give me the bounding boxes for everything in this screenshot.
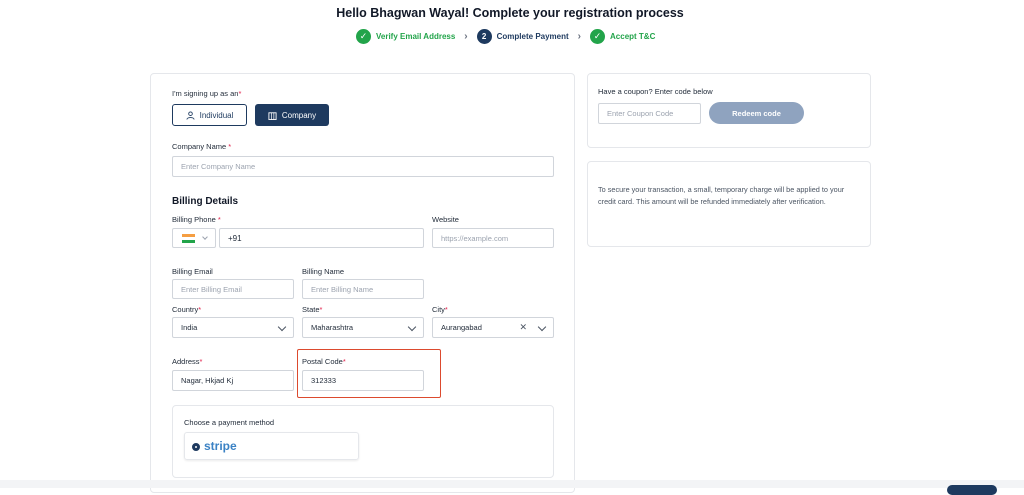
billing-email-input[interactable]: Enter Billing Email [172, 279, 294, 299]
step-number: 2 [476, 28, 492, 44]
billing-email-label: Billing Email [172, 267, 213, 276]
chevron-down-icon [202, 234, 208, 240]
payment-method-label: Choose a payment method [184, 418, 275, 427]
chevron-right-icon: › [464, 30, 468, 42]
check-icon: ✓ [356, 28, 371, 44]
step-label: Verify Email Address [376, 31, 456, 41]
country-label: Country* [172, 305, 202, 314]
billing-name-label: Billing Name [302, 267, 345, 276]
company-button[interactable]: Company [255, 104, 329, 126]
step-label: Accept T&C [610, 31, 656, 41]
india-flag-icon [182, 234, 195, 243]
state-label: State* [302, 305, 323, 314]
registration-header: Hello Bhagwan Wayal! Complete your regis… [0, 0, 1024, 60]
company-name-label: Company Name * [172, 142, 232, 151]
country-select[interactable]: India [172, 317, 294, 338]
stripe-option[interactable]: stripe [184, 432, 359, 460]
address-label: Address* [172, 357, 203, 366]
step-verify-email: ✓ Verify Email Address [356, 28, 456, 44]
clear-icon[interactable]: ✕ [519, 322, 527, 333]
redeem-code-button[interactable]: Redeem code [709, 102, 804, 124]
postal-code-input[interactable]: 312333 [302, 370, 424, 391]
billing-name-input[interactable]: Enter Billing Name [302, 279, 424, 299]
chevron-right-icon: › [577, 30, 582, 42]
company-name-input[interactable]: Enter Company Name [172, 156, 554, 177]
step-complete-payment: 2 Complete Payment [476, 28, 569, 44]
state-select[interactable]: Maharashtra [302, 317, 424, 338]
step-label: Complete Payment [496, 31, 569, 41]
billing-phone-input[interactable]: +91 [219, 228, 424, 248]
individual-button[interactable]: Individual [172, 104, 247, 126]
chevron-down-icon [537, 322, 547, 332]
transaction-info-text: To secure your transaction, a small, tem… [598, 185, 845, 206]
user-icon [186, 110, 195, 120]
signing-up-label: I'm signing up as an* [172, 89, 242, 98]
stripe-logo: stripe [204, 439, 237, 453]
building-icon [268, 111, 277, 120]
billing-details-title: Billing Details [172, 196, 239, 207]
progress-steps: ✓ Verify Email Address › 2 Complete Paym… [356, 28, 655, 44]
website-label: Website [432, 215, 459, 224]
coupon-label: Have a coupon? Enter code below [598, 87, 713, 96]
address-input[interactable]: Nagar, Hkjad Kj [172, 370, 294, 391]
page-title: Hello Bhagwan Wayal! Complete your regis… [336, 6, 684, 20]
step-accept-tc: ✓ Accept T&C [590, 28, 656, 44]
radio-selected-icon [192, 443, 200, 451]
website-input[interactable]: https://example.com [432, 228, 554, 248]
chevron-down-icon [277, 322, 287, 332]
chevron-down-icon [407, 322, 417, 332]
country-code-select[interactable] [172, 228, 216, 248]
bottom-bar [0, 480, 1024, 488]
coupon-input[interactable]: Enter Coupon Code [598, 103, 701, 124]
postal-code-label: Postal Code* [302, 357, 346, 366]
billing-phone-label: Billing Phone * [172, 215, 221, 224]
check-icon: ✓ [590, 28, 606, 44]
city-label: City* [432, 305, 448, 314]
city-select[interactable]: Aurangabad ✕ [432, 317, 554, 338]
next-button[interactable] [947, 485, 997, 495]
